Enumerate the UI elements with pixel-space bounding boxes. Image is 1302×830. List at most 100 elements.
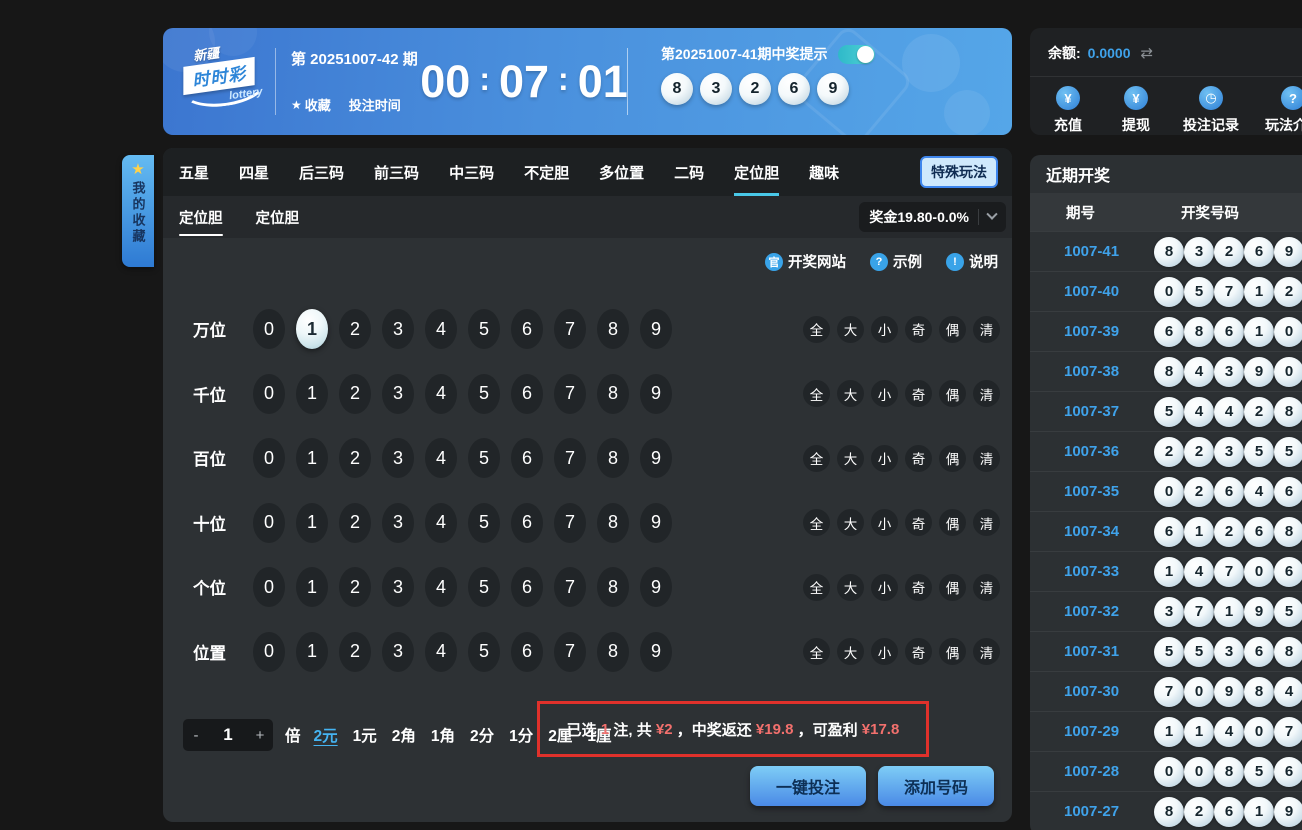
number-5[interactable]: 5	[468, 632, 500, 672]
link-开奖网站[interactable]: 官开奖网站	[765, 251, 846, 272]
number-6[interactable]: 6	[511, 632, 543, 672]
number-5[interactable]: 5	[468, 567, 500, 607]
number-1[interactable]: 1	[296, 374, 328, 414]
quick-小[interactable]: 小	[871, 638, 898, 665]
number-3[interactable]: 3	[382, 503, 414, 543]
quick-全[interactable]: 全	[803, 509, 830, 536]
quick-清[interactable]: 清	[973, 445, 1000, 472]
number-4[interactable]: 4	[425, 632, 457, 672]
number-1[interactable]: 1	[296, 438, 328, 478]
action-充值[interactable]: ¥充值	[1046, 86, 1090, 135]
quick-偶[interactable]: 偶	[939, 509, 966, 536]
quick-大[interactable]: 大	[837, 380, 864, 407]
denom-2元[interactable]: 2元	[314, 724, 338, 746]
tab-后三码[interactable]: 后三码	[299, 148, 344, 196]
number-8[interactable]: 8	[597, 374, 629, 414]
quick-全[interactable]: 全	[803, 445, 830, 472]
prize-dropdown[interactable]: 奖金19.80-0.0%	[859, 202, 1006, 232]
subtab-0[interactable]: 定位胆	[179, 203, 223, 232]
number-7[interactable]: 7	[554, 438, 586, 478]
action-玩法介绍[interactable]: ?玩法介绍	[1264, 86, 1302, 135]
period-link[interactable]: 1007-38	[1064, 363, 1136, 380]
refresh-balance-icon[interactable]: ⇄	[1141, 44, 1154, 62]
number-6[interactable]: 6	[511, 309, 543, 349]
period-link[interactable]: 1007-37	[1064, 403, 1136, 420]
number-2[interactable]: 2	[339, 438, 371, 478]
period-link[interactable]: 1007-39	[1064, 323, 1136, 340]
number-1[interactable]: 1	[296, 503, 328, 543]
number-9[interactable]: 9	[640, 309, 672, 349]
period-link[interactable]: 1007-32	[1064, 603, 1136, 620]
special-play-button[interactable]: 特殊玩法	[920, 156, 998, 188]
number-9[interactable]: 9	[640, 438, 672, 478]
number-0[interactable]: 0	[253, 567, 285, 607]
number-1[interactable]: 1	[296, 309, 328, 349]
quick-全[interactable]: 全	[803, 316, 830, 343]
number-7[interactable]: 7	[554, 309, 586, 349]
quick-奇[interactable]: 奇	[905, 509, 932, 536]
quick-全[interactable]: 全	[803, 380, 830, 407]
quick-偶[interactable]: 偶	[939, 574, 966, 601]
number-8[interactable]: 8	[597, 309, 629, 349]
number-9[interactable]: 9	[640, 567, 672, 607]
period-link[interactable]: 1007-35	[1064, 483, 1136, 500]
quick-奇[interactable]: 奇	[905, 574, 932, 601]
number-6[interactable]: 6	[511, 503, 543, 543]
quick-小[interactable]: 小	[871, 509, 898, 536]
number-2[interactable]: 2	[339, 632, 371, 672]
quick-清[interactable]: 清	[973, 509, 1000, 536]
tab-定位胆[interactable]: 定位胆	[734, 148, 779, 196]
number-4[interactable]: 4	[425, 438, 457, 478]
quick-大[interactable]: 大	[837, 574, 864, 601]
quick-偶[interactable]: 偶	[939, 638, 966, 665]
number-5[interactable]: 5	[468, 374, 500, 414]
number-3[interactable]: 3	[382, 438, 414, 478]
number-3[interactable]: 3	[382, 309, 414, 349]
number-9[interactable]: 9	[640, 632, 672, 672]
number-2[interactable]: 2	[339, 503, 371, 543]
number-4[interactable]: 4	[425, 567, 457, 607]
number-7[interactable]: 7	[554, 503, 586, 543]
quick-清[interactable]: 清	[973, 380, 1000, 407]
number-8[interactable]: 8	[597, 438, 629, 478]
period-link[interactable]: 1007-28	[1064, 763, 1136, 780]
number-5[interactable]: 5	[468, 309, 500, 349]
quick-大[interactable]: 大	[837, 316, 864, 343]
number-6[interactable]: 6	[511, 567, 543, 607]
subtab-1[interactable]: 定位胆	[256, 203, 300, 232]
number-2[interactable]: 2	[339, 567, 371, 607]
number-0[interactable]: 0	[253, 503, 285, 543]
period-link[interactable]: 1007-33	[1064, 563, 1136, 580]
quick-奇[interactable]: 奇	[905, 380, 932, 407]
number-3[interactable]: 3	[382, 632, 414, 672]
number-7[interactable]: 7	[554, 567, 586, 607]
decrease-button[interactable]: -	[183, 727, 209, 744]
number-4[interactable]: 4	[425, 503, 457, 543]
number-6[interactable]: 6	[511, 438, 543, 478]
tab-中三码[interactable]: 中三码	[449, 148, 494, 196]
favorite-button[interactable]: ★ 收藏	[291, 95, 331, 114]
number-7[interactable]: 7	[554, 632, 586, 672]
quick-奇[interactable]: 奇	[905, 445, 932, 472]
number-8[interactable]: 8	[597, 503, 629, 543]
win-tip-toggle[interactable]	[838, 45, 875, 64]
number-5[interactable]: 5	[468, 503, 500, 543]
tab-趣味[interactable]: 趣味	[809, 148, 839, 196]
period-link[interactable]: 1007-34	[1064, 523, 1136, 540]
quick-清[interactable]: 清	[973, 638, 1000, 665]
number-0[interactable]: 0	[253, 309, 285, 349]
denom-1分[interactable]: 1分	[509, 724, 533, 746]
quick-清[interactable]: 清	[973, 574, 1000, 601]
quick-小[interactable]: 小	[871, 316, 898, 343]
multiplier-value[interactable]: 1	[209, 725, 247, 745]
number-4[interactable]: 4	[425, 309, 457, 349]
bet-time-link[interactable]: 投注时间	[349, 95, 401, 114]
quick-全[interactable]: 全	[803, 574, 830, 601]
tab-四星[interactable]: 四星	[239, 148, 269, 196]
number-5[interactable]: 5	[468, 438, 500, 478]
number-0[interactable]: 0	[253, 438, 285, 478]
denom-2分[interactable]: 2分	[470, 724, 494, 746]
quick-偶[interactable]: 偶	[939, 316, 966, 343]
link-说明[interactable]: !说明	[946, 251, 998, 272]
quick-偶[interactable]: 偶	[939, 445, 966, 472]
